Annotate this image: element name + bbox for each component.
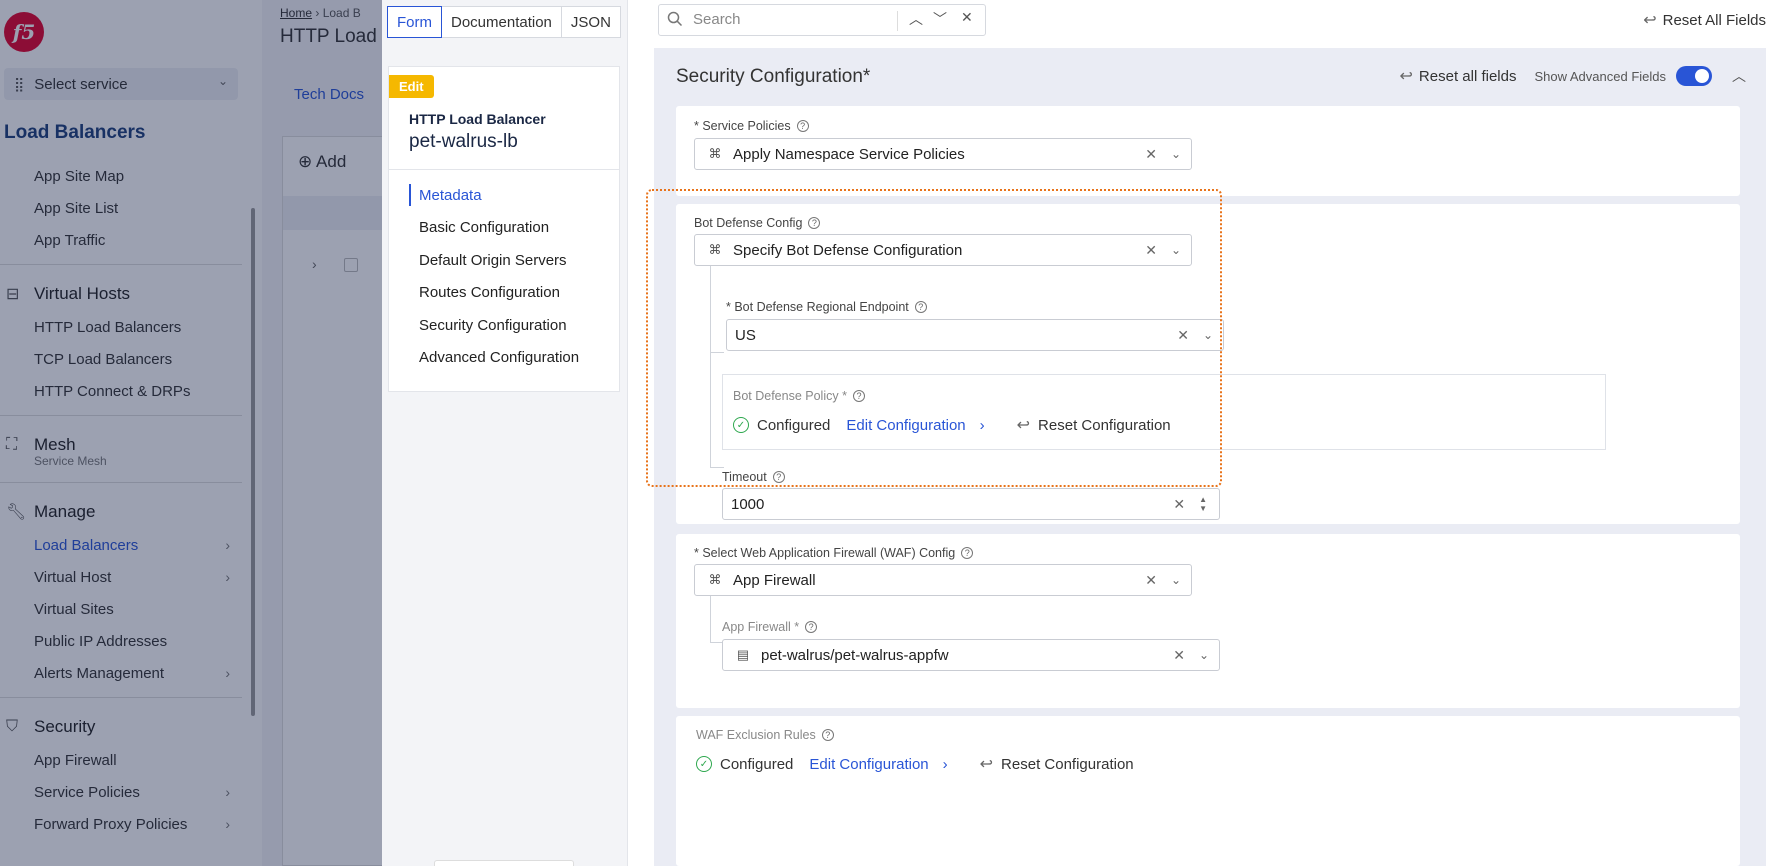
nav-security-configuration[interactable]: Security Configuration bbox=[409, 309, 579, 342]
stepper-down-icon[interactable]: ▼ bbox=[1199, 504, 1207, 513]
section-actions: ↩ Reset all fields Show Advanced Fields … bbox=[1400, 66, 1746, 86]
stepper-up-icon[interactable]: ▲ bbox=[1199, 495, 1207, 504]
form-section-nav: Metadata Basic Configuration Default Ori… bbox=[409, 179, 579, 374]
undo-icon: ↩ bbox=[1643, 12, 1657, 29]
waf-label: * Select Web Application Firewall (WAF) … bbox=[694, 546, 974, 560]
service-policies-select[interactable]: ⌘ Apply Namespace Service Policies ✕ ⌄ bbox=[694, 138, 1192, 170]
chevron-right-icon[interactable]: › bbox=[943, 756, 948, 773]
edit-drawer: Form Documentation JSON Edit HTTP Load B… bbox=[382, 0, 1766, 866]
waf-select[interactable]: ⌘ App Firewall ✕ ⌄ bbox=[694, 564, 1192, 596]
help-icon[interactable]: ? bbox=[796, 120, 809, 132]
card-divider bbox=[389, 169, 619, 170]
chevron-down-icon[interactable]: ﹀ bbox=[933, 9, 947, 29]
nav-metadata[interactable]: Metadata bbox=[409, 184, 579, 206]
tab-json[interactable]: JSON bbox=[560, 6, 621, 38]
reset-all-fields-button[interactable]: ↩ Reset All Fields bbox=[1643, 10, 1766, 30]
edit-configuration-link[interactable]: Edit Configuration bbox=[809, 756, 928, 773]
waf-card: * Select Web Application Firewall (WAF) … bbox=[676, 534, 1740, 708]
chevron-down-icon[interactable]: ⌄ bbox=[1199, 648, 1209, 662]
close-icon[interactable]: ✕ bbox=[961, 9, 973, 26]
mode-tabs: Form Documentation JSON bbox=[387, 6, 621, 38]
tab-form[interactable]: Form bbox=[387, 6, 442, 38]
choice-icon: ⌘ bbox=[708, 146, 722, 161]
help-icon[interactable]: ? bbox=[961, 547, 974, 559]
object-type: HTTP Load Balancer bbox=[409, 111, 546, 127]
check-circle-icon: ✓ bbox=[696, 756, 712, 772]
document-icon: ▤ bbox=[736, 647, 750, 662]
app-firewall-label: App Firewall *? bbox=[722, 620, 818, 634]
help-icon[interactable]: ? bbox=[805, 621, 818, 633]
tree-line bbox=[710, 596, 711, 642]
object-name: pet-walrus-lb bbox=[409, 131, 518, 152]
waf-exclusion-label: WAF Exclusion Rules? bbox=[696, 728, 834, 742]
waf-exclusion-status: ✓ Configured Edit Configuration › ↩ Rese… bbox=[696, 754, 1134, 774]
chevron-down-icon[interactable]: ⌄ bbox=[1171, 147, 1181, 161]
help-icon[interactable]: ? bbox=[821, 729, 834, 741]
undo-icon: ↩ bbox=[979, 756, 994, 773]
search-icon bbox=[667, 11, 683, 27]
show-advanced-label: Show Advanced Fields bbox=[1534, 68, 1666, 84]
form-main: ︿ ﹀ ✕ ↩ Reset All Fields Security Config… bbox=[646, 0, 1766, 866]
timeout-input[interactable]: 1000 ✕ ▲ ▼ bbox=[722, 488, 1220, 520]
search-divider bbox=[897, 11, 898, 31]
section-reset-button[interactable]: ↩ Reset all fields bbox=[1400, 66, 1517, 86]
toggle-knob bbox=[1695, 69, 1709, 83]
object-summary-card: Edit HTTP Load Balancer pet-walrus-lb Me… bbox=[388, 66, 620, 392]
clear-icon[interactable]: ✕ bbox=[1173, 647, 1185, 664]
waf-exclusion-card: WAF Exclusion Rules? ✓ Configured Edit C… bbox=[676, 716, 1740, 866]
nav-default-origin-servers[interactable]: Default Origin Servers bbox=[409, 244, 579, 277]
drawer-nav-column: Form Documentation JSON Edit HTTP Load B… bbox=[382, 0, 628, 866]
nav-routes-configuration[interactable]: Routes Configuration bbox=[409, 277, 579, 310]
form-toolbar: ︿ ﹀ ✕ ↩ Reset All Fields bbox=[654, 0, 1766, 44]
chevron-down-icon[interactable]: ⌄ bbox=[1171, 573, 1181, 587]
nav-basic-configuration[interactable]: Basic Configuration bbox=[409, 212, 579, 245]
service-policies-label: * Service Policies? bbox=[694, 119, 809, 133]
bottom-action-tab[interactable] bbox=[434, 860, 574, 866]
choice-icon: ⌘ bbox=[708, 572, 722, 587]
focus-highlight bbox=[646, 189, 1222, 487]
app-firewall-select[interactable]: ▤ pet-walrus/pet-walrus-appfw ✕ ⌄ bbox=[722, 639, 1220, 671]
search-box: ︿ ﹀ ✕ bbox=[658, 4, 986, 36]
modal-overlay[interactable] bbox=[0, 0, 382, 866]
clear-icon[interactable]: ✕ bbox=[1173, 496, 1185, 513]
edit-badge: Edit bbox=[389, 75, 434, 98]
clear-icon[interactable]: ✕ bbox=[1145, 572, 1157, 589]
undo-icon: ↩ bbox=[1399, 68, 1413, 85]
reset-configuration-button[interactable]: Reset Configuration bbox=[1001, 756, 1134, 773]
collapse-section-icon[interactable]: ︿ bbox=[1732, 66, 1746, 86]
chevron-up-icon[interactable]: ︿ bbox=[909, 9, 923, 29]
search-input[interactable] bbox=[693, 11, 893, 28]
tree-line bbox=[710, 642, 722, 643]
service-policies-card: * Service Policies? ⌘ Apply Namespace Se… bbox=[676, 106, 1740, 196]
form-scroll-area: Security Configuration* ↩ Reset all fiel… bbox=[646, 48, 1766, 866]
nav-advanced-configuration[interactable]: Advanced Configuration bbox=[409, 342, 579, 375]
number-stepper[interactable]: ▲ ▼ bbox=[1199, 495, 1207, 513]
tab-documentation[interactable]: Documentation bbox=[441, 6, 562, 38]
clear-icon[interactable]: ✕ bbox=[1145, 146, 1157, 163]
show-advanced-toggle[interactable] bbox=[1676, 66, 1712, 86]
section-title: Security Configuration* bbox=[676, 66, 871, 87]
